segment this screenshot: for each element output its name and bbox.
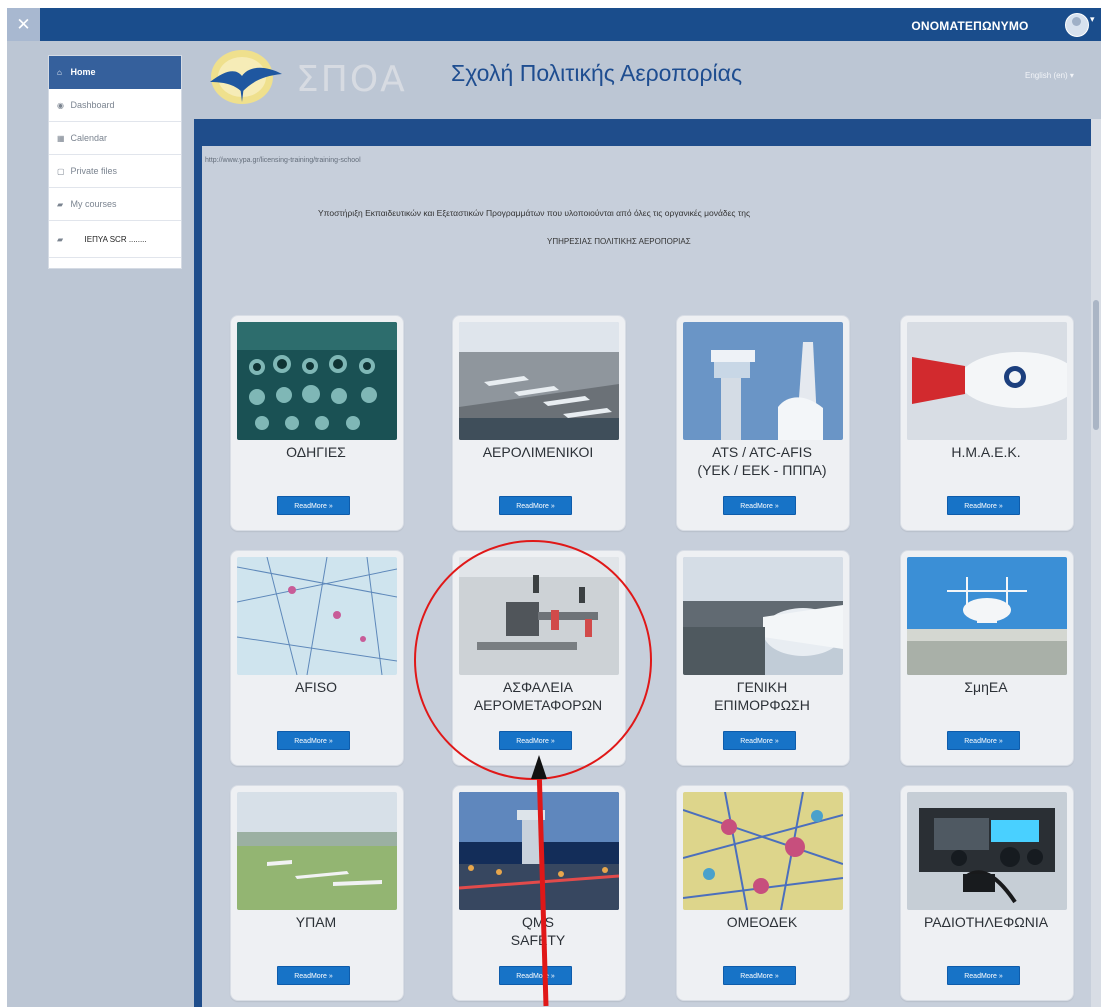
glider-field-thumbnail-icon	[237, 792, 397, 910]
aviation-map-thumbnail-icon	[237, 557, 397, 675]
language-selector[interactable]: English (en) ▾	[1025, 71, 1074, 80]
intro-text-line-2: ΥΠΗΡΕΣΙΑΣ ΠΟΛΙΤΙΚΗΣ ΑΕΡΟΠΟΡΙΑΣ	[547, 237, 691, 246]
drone-thumbnail-icon	[907, 557, 1067, 675]
sidebar-item-label: Home	[70, 67, 96, 77]
course-card-smhea[interactable]: ΣμηΕΑ ReadMore »	[900, 550, 1074, 766]
readmore-button[interactable]: ReadMore »	[723, 966, 796, 985]
control-tower-thumbnail-icon	[683, 322, 843, 440]
sidebar-item-label: Dashboard	[70, 100, 115, 110]
calendar-icon: ▦	[57, 134, 65, 143]
sidebar-item-private-files[interactable]: ▢ Private files	[49, 155, 181, 188]
course-card-qms-safety[interactable]: QMS SAFETY ReadMore »	[452, 785, 626, 1001]
readmore-button[interactable]: ReadMore »	[947, 496, 1020, 515]
content-header-bar	[194, 119, 1101, 146]
card-title: AFISO	[294, 679, 337, 695]
course-card-radiotilefonia[interactable]: ΡΑΔΙΟΤΗΛΕΦΩΝΙΑ ReadMore »	[900, 785, 1074, 1001]
spoa-logo-icon: ΣΠΟΑ	[210, 50, 407, 104]
avatar[interactable]	[1065, 13, 1089, 37]
card-title: ΑΣΦΑΛΕΙΑ ΑΕΡΟΜΕΤΑΦΟΡΩΝ	[473, 679, 603, 713]
course-card-ats[interactable]: ATS / ATC-AFIS (ΥΕΚ / ΕΕΚ - ΠΠΠΑ) ReadMo…	[676, 315, 850, 531]
cockpit-thumbnail-icon	[237, 322, 397, 440]
card-title: ΥΠΑΜ	[295, 914, 337, 930]
course-card-ypam[interactable]: ΥΠΑΜ ReadMore »	[230, 785, 404, 1001]
readmore-button[interactable]: ReadMore »	[499, 966, 572, 985]
card-title: ΟΜΕΟΔΕΚ	[726, 914, 798, 930]
card-title: ΡΑΔΙΟΤΗΛΕΦΩΝΙΑ	[923, 914, 1049, 930]
sidebar-item-home[interactable]: ⌂ Home	[49, 56, 181, 89]
aircraft-nose-thumbnail-icon	[907, 322, 1067, 440]
dashboard-icon: ◉	[57, 101, 64, 110]
sidebar-item-label: Calendar	[70, 133, 108, 143]
site-title: Σχολή Πολιτικής Αεροπορίας	[451, 60, 743, 86]
sidebar-item-calendar[interactable]: ▦ Calendar	[49, 122, 181, 155]
card-title: QMS SAFETY	[510, 914, 566, 948]
url-text[interactable]: http://www.ypa.gr/licensing-training/tra…	[205, 157, 361, 164]
user-name-button[interactable]: ΟΝΟΜΑΤΕΠΩΝΥΜΟ	[882, 8, 1058, 41]
course-card-afiso[interactable]: AFISO ReadMore »	[230, 550, 404, 766]
vertical-scrollbar[interactable]	[1091, 119, 1101, 1007]
airport-security-thumbnail-icon	[459, 557, 619, 675]
sidebar-course-label: ΙΕΠΥΑ SCR ........	[84, 235, 147, 244]
sidebar-item-my-courses[interactable]: ▰ My courses	[49, 188, 181, 221]
graduation-icon: ▰	[57, 200, 64, 209]
sidebar-item-course[interactable]: ▰ ΙΕΠΥΑ SCR ........	[49, 221, 181, 258]
card-title: ΣμηΕΑ	[964, 679, 1008, 695]
readmore-button[interactable]: ReadMore »	[499, 496, 572, 515]
scrollbar-thumb[interactable]	[1093, 300, 1099, 430]
readmore-button[interactable]: ReadMore »	[277, 731, 350, 750]
course-card-aerolimenikoi[interactable]: ΑΕΡΟΛΙΜΕΝΙΚΟΙ ReadMore »	[452, 315, 626, 531]
readmore-button[interactable]: ReadMore »	[277, 496, 350, 515]
radio-equipment-thumbnail-icon	[907, 792, 1067, 910]
sidebar: ⌂ Home ◉ Dashboard ▦ Calendar ▢ Private …	[48, 55, 182, 269]
course-card-geniki[interactable]: ΓΕΝΙΚΗ ΕΠΙΜΟΡΦΩΣΗ ReadMore »	[676, 550, 850, 766]
readmore-button[interactable]: ReadMore »	[723, 496, 796, 515]
airport-night-thumbnail-icon	[459, 792, 619, 910]
readmore-button[interactable]: ReadMore »	[947, 966, 1020, 985]
card-title: ATS / ATC-AFIS (ΥΕΚ / ΕΕΚ - ΠΠΠΑ)	[697, 444, 827, 478]
readmore-button[interactable]: ReadMore »	[947, 731, 1020, 750]
aircraft-terminal-thumbnail-icon	[683, 557, 843, 675]
intro-text-line-1: Υποστήριξη Εκπαιδευτικών και Εξεταστικών…	[318, 208, 751, 218]
file-icon: ▢	[57, 167, 65, 176]
sidebar-item-label: My courses	[70, 199, 117, 209]
sidebar-item-dashboard[interactable]: ◉ Dashboard	[49, 89, 181, 122]
logo-text: ΣΠΟΑ	[296, 59, 407, 100]
readmore-button[interactable]: ReadMore »	[723, 731, 796, 750]
flight-chart-thumbnail-icon	[683, 792, 843, 910]
readmore-button[interactable]: ReadMore »	[499, 731, 572, 750]
course-card-asfaleia[interactable]: ΑΣΦΑΛΕΙΑ ΑΕΡΟΜΕΤΑΦΟΡΩΝ ReadMore »	[452, 550, 626, 766]
menu-toggle-icon[interactable]: ✕	[7, 8, 40, 41]
user-menu-caret[interactable]: ▾	[1090, 14, 1095, 25]
sidebar-item-label: Private files	[70, 166, 118, 176]
card-title: ΟΔΗΓΙΕΣ	[286, 444, 346, 460]
course-card-hmaek[interactable]: Η.Μ.Α.Ε.Κ. ReadMore »	[900, 315, 1074, 531]
card-title: ΑΕΡΟΛΙΜΕΝΙΚΟΙ	[482, 444, 594, 460]
course-card-omeodek[interactable]: ΟΜΕΟΔΕΚ ReadMore »	[676, 785, 850, 1001]
airport-apron-thumbnail-icon	[459, 322, 619, 440]
graduation-icon: ▰	[57, 235, 64, 244]
readmore-button[interactable]: ReadMore »	[277, 966, 350, 985]
card-title: Η.Μ.Α.Ε.Κ.	[951, 444, 1021, 460]
home-icon: ⌂	[57, 68, 62, 77]
card-title: ΓΕΝΙΚΗ ΕΠΙΜΟΡΦΩΣΗ	[714, 679, 810, 713]
course-card-odigies[interactable]: ΟΔΗΓΙΕΣ ReadMore »	[230, 315, 404, 531]
content-left-border	[194, 119, 202, 1007]
